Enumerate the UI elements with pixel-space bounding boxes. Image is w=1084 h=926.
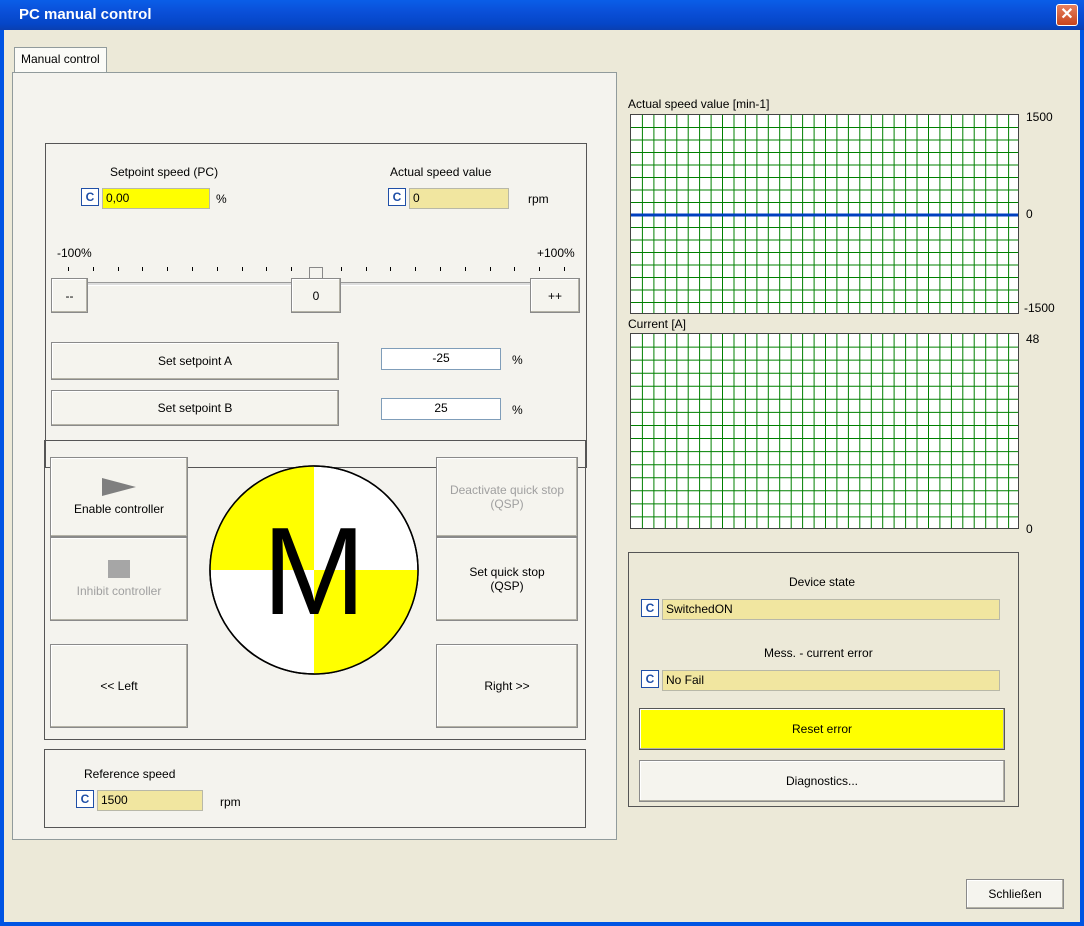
slider-tick xyxy=(464,267,466,271)
window-title: PC manual control xyxy=(19,6,152,23)
slider-tick xyxy=(514,267,516,271)
deactivate-qsp-button[interactable]: Deactivate quick stop (QSP) xyxy=(436,457,578,537)
slider-tick xyxy=(291,267,293,271)
play-icon xyxy=(102,478,136,496)
device-state-label: Device state xyxy=(789,575,856,589)
slider-tick xyxy=(216,267,218,271)
enable-controller-button[interactable]: Enable controller xyxy=(50,457,188,537)
motor-letter: M xyxy=(262,503,365,641)
diagnostics-button[interactable]: Diagnostics... xyxy=(639,760,1005,802)
tab-manual-control[interactable]: Manual control xyxy=(14,47,107,73)
setpoint-b-input[interactable]: 25 xyxy=(381,398,501,420)
slider-max-label: +100% xyxy=(537,246,575,260)
setpoint-a-unit: % xyxy=(512,353,523,367)
slider-tick xyxy=(340,267,342,271)
current-axis-min: 0 xyxy=(1026,522,1033,536)
slider-tick xyxy=(142,267,144,271)
setpoint-c-button[interactable]: C xyxy=(81,188,99,206)
slider-tick xyxy=(365,267,367,271)
slider-tick xyxy=(192,267,193,271)
slider-tick xyxy=(167,267,169,271)
motor-status-indicator: M xyxy=(209,465,419,675)
inhibit-controller-button[interactable]: Inhibit controller xyxy=(50,537,188,621)
actual-speed-field: 0 xyxy=(409,188,509,209)
slider-tick xyxy=(489,267,491,271)
reference-c-button[interactable]: C xyxy=(76,790,94,808)
actual-speed-label: Actual speed value xyxy=(390,165,492,179)
left-button[interactable]: << Left xyxy=(50,644,188,728)
close-dialog-button[interactable]: Schließen xyxy=(966,879,1064,909)
setpoint-speed-field[interactable]: 0,00 xyxy=(102,188,210,209)
actual-c-button[interactable]: C xyxy=(388,188,406,206)
setpoint-unit: % xyxy=(216,192,227,206)
device-state-c-button[interactable]: C xyxy=(641,599,659,617)
speed-axis-min: -1500 xyxy=(1024,301,1055,315)
right-button[interactable]: Right >> xyxy=(436,644,578,728)
set-setpoint-b-button[interactable]: Set setpoint B xyxy=(51,390,339,426)
zero-button[interactable]: 0 xyxy=(291,278,341,313)
setpoint-label: Setpoint speed (PC) xyxy=(110,165,219,179)
slider-tick xyxy=(68,267,69,271)
current-error-field: No Fail xyxy=(662,670,1000,691)
set-qsp-button[interactable]: Set quick stop (QSP) xyxy=(436,537,578,621)
reference-speed-field: 1500 xyxy=(97,790,203,811)
speed-chart xyxy=(630,114,1019,314)
speed-axis-mid: 0 xyxy=(1026,207,1033,221)
slider-tick xyxy=(415,267,417,271)
client-area: Manual control Setpoint speed (PC) C 0,0… xyxy=(4,30,1080,922)
slider-tick xyxy=(241,267,243,271)
slider-min-label: -100% xyxy=(57,246,92,260)
actual-unit: rpm xyxy=(528,192,549,206)
increase-button[interactable]: ++ xyxy=(530,278,580,313)
setpoint-a-input[interactable]: -25 xyxy=(381,348,501,370)
set-setpoint-a-button[interactable]: Set setpoint A xyxy=(51,342,339,380)
title-bar: PC manual control ✕ xyxy=(0,0,1084,30)
setpoint-b-unit: % xyxy=(512,403,523,417)
reference-unit: rpm xyxy=(220,795,241,809)
reset-error-button[interactable]: Reset error xyxy=(639,708,1005,750)
reference-speed-label: Reference speed xyxy=(84,767,176,781)
close-icon[interactable]: ✕ xyxy=(1056,4,1078,26)
slider-tick xyxy=(539,267,541,271)
stop-icon xyxy=(108,560,130,578)
reference-speed-group xyxy=(44,749,586,828)
current-chart xyxy=(630,333,1019,529)
slider-tick xyxy=(440,267,441,271)
slider-tick xyxy=(564,267,565,271)
window: PC manual control ✕ Manual control Setpo… xyxy=(0,0,1084,926)
speed-axis-max: 1500 xyxy=(1026,110,1053,124)
slider-tick xyxy=(266,267,268,271)
slider-tick xyxy=(390,267,392,271)
current-axis-max: 48 xyxy=(1026,332,1040,346)
current-error-c-button[interactable]: C xyxy=(641,670,659,688)
decrease-button[interactable]: -- xyxy=(51,278,88,313)
slider-tick xyxy=(92,267,94,271)
enable-controller-label: Enable controller xyxy=(73,502,165,516)
current-error-label: Mess. - current error xyxy=(764,646,873,660)
current-chart-title: Current [A] xyxy=(628,317,687,331)
slider-tick xyxy=(117,267,119,271)
speed-chart-title: Actual speed value [min-1] xyxy=(628,97,770,111)
inhibit-controller-label: Inhibit controller xyxy=(76,584,162,598)
device-state-field: SwitchedON xyxy=(662,599,1000,620)
